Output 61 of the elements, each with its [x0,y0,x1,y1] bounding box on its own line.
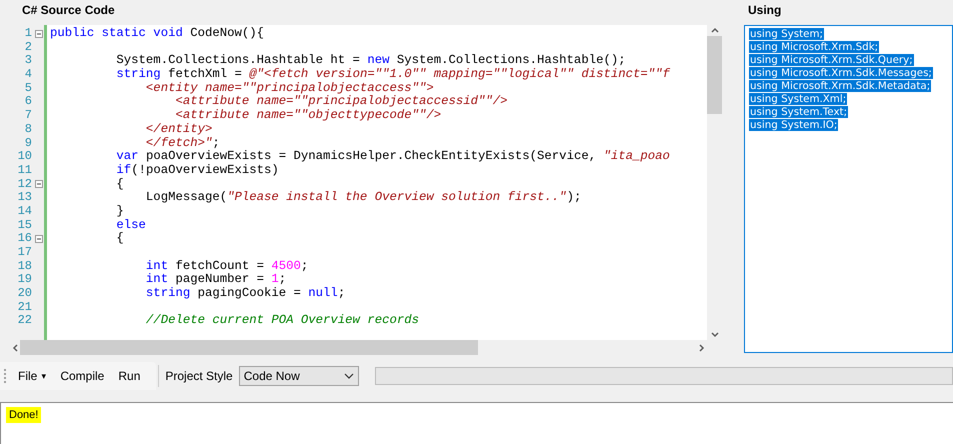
chevron-down-icon [344,373,354,379]
project-style-dropdown[interactable]: Code Now [238,366,359,386]
line-number: 3 [24,54,33,68]
collapse-icon[interactable] [35,180,43,188]
line-number: 10 [16,150,33,164]
scroll-up-icon[interactable] [710,25,720,35]
code-line: </entity> [144,122,212,136]
code-line: <attribute name=""principalobjectaccessid""/> [174,95,508,109]
line-number: 22 [16,314,33,328]
line-number: 12 [16,178,33,192]
field-label: Project Style [165,369,233,383]
panel-title: Using [747,2,782,19]
code-line: //Delete current POA Overview records [144,314,419,328]
code-line: LogMessage("Please install the Overview solution first.."); [144,191,582,205]
line-number: 16 [16,232,33,246]
line-number: 18 [16,260,33,274]
code-line: public static void CodeNow(){ [50,27,264,41]
using-text-area[interactable]: using System; using Microsoft.Xrm.Sdk; using Microsoft.Xrm.Sdk.Query; using Microsoft.Xrm.Sdk.Messages; using Microsoft.Xrm.Sdk.Metadata; using System.Xml; using System.Text; using System.IO; [744,25,953,353]
status-message: Done! [6,407,42,423]
scroll-left-icon[interactable] [10,342,20,352]
line-number: 21 [16,300,33,314]
scroll-down-icon[interactable] [710,330,720,340]
code-line: if(!poaOverviewExists) [115,164,279,178]
scroll-thumb[interactable] [20,340,478,355]
code-line: else [115,218,146,232]
code-line: { [115,178,124,192]
code-line: </fetch>"; [144,136,220,150]
line-number: 9 [24,136,33,150]
panel-title: C# Source Code [21,2,116,19]
file-menu[interactable]: File ▾ [16,369,48,383]
code-line: } [115,204,124,219]
code-line: string pagingCookie = null; [144,287,346,301]
collapse-icon[interactable] [35,30,43,38]
toolbar-button[interactable]: Run [116,369,142,383]
line-number: 6 [24,95,33,110]
line-number: 11 [16,164,33,178]
code-line: <attribute name=""objecttypecode""/> [174,109,442,123]
scroll-thumb[interactable] [707,36,722,114]
code-line: { [115,232,124,246]
line-number: 17 [16,246,33,260]
line-number: 5 [24,82,33,96]
line-number: 15 [16,218,33,232]
code-editor[interactable] [10,25,722,355]
code-line: var poaOverviewExists = DynamicsHelper.CheckEntityExists(Service, "ita_poao [115,150,670,164]
line-number: 14 [16,204,33,219]
code-line: int pageNumber = 1; [144,273,286,287]
line-number: 1 [24,27,33,41]
code-line: int fetchCount = 4500; [144,260,308,273]
line-number: 13 [16,191,33,205]
line-number: 7 [24,109,33,123]
code-line: string fetchXml = @"<fetch version=""1.0"" mapping=""logical"" distinct=""f [115,68,670,82]
line-number: 4 [24,68,33,82]
scroll-right-icon[interactable] [697,342,707,352]
line-number: 8 [24,122,33,136]
toolbar-button[interactable]: Compile [58,369,106,383]
collapse-icon[interactable] [35,235,43,244]
line-number: 20 [16,287,33,301]
code-line: System.Collections.Hashtable ht = new System.Collections.Hashtable(); [115,54,626,68]
code-line: <entity name=""principalobjectaccess""> [144,82,434,95]
line-number: 19 [16,273,33,288]
line-number: 2 [24,40,33,54]
